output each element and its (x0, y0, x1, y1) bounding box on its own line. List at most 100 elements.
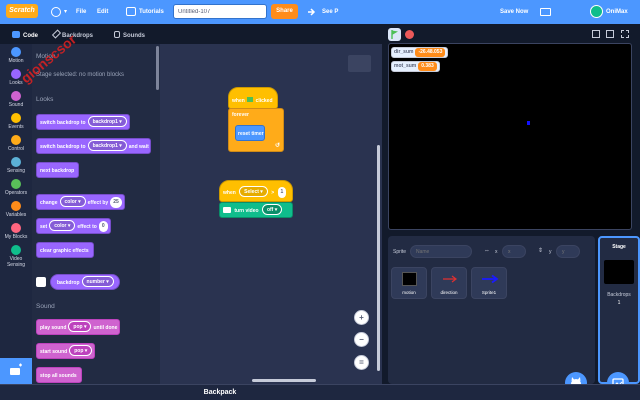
stage-selector[interactable]: Stage Backdrops 1 (598, 236, 640, 384)
block-text: forever (232, 112, 249, 118)
video-state-dropdown[interactable]: off ▾ (261, 204, 283, 215)
project-title-input[interactable] (173, 4, 267, 19)
tab-backdrops[interactable]: Backdrops (51, 28, 93, 44)
sprite-thumbnail (402, 272, 417, 286)
script-vertical-scrollbar[interactable] (377, 145, 380, 371)
category-video-sensing[interactable]: Video Sensing (0, 245, 32, 268)
sound-dropdown[interactable]: pop ▾ (69, 345, 93, 356)
equals-icon: = (359, 358, 364, 367)
category-sensing[interactable]: Sensing (0, 157, 32, 174)
category-events[interactable]: Events (0, 113, 32, 130)
save-now-button[interactable]: Save Now (500, 0, 528, 24)
monitor-value: 0.383 (418, 62, 437, 71)
add-extension-button[interactable] (0, 358, 32, 384)
zoom-reset-button[interactable]: = (354, 355, 369, 370)
block-text: reset timer (238, 131, 264, 137)
block-text: when (232, 98, 245, 104)
avatar[interactable] (590, 5, 603, 18)
when-flag-clicked-block[interactable]: when clicked (228, 87, 278, 109)
clear-graphic-effects-block[interactable]: clear graphic effects (36, 242, 94, 258)
change-effect-block[interactable]: change color ▾ effect by 25 (36, 194, 125, 210)
variable-monitor[interactable]: dir_sum -26.48.053 (391, 47, 449, 58)
add-extension-icon (10, 363, 22, 375)
sprite-name-input[interactable] (410, 245, 472, 258)
category-label: Control (7, 146, 25, 152)
reset-timer-block[interactable]: reset timer (235, 125, 265, 141)
video-camera-icon (223, 207, 231, 213)
next-backdrop-block[interactable]: next backdrop (36, 162, 80, 178)
effect-dropdown[interactable]: color ▾ (49, 220, 76, 231)
sprite-label: Sprite (393, 249, 407, 255)
dropdown-value: number (86, 279, 105, 285)
sound-heading: Sound (36, 303, 55, 310)
dropdown-value: pop (74, 348, 84, 354)
threshold-input[interactable]: 1 (277, 187, 287, 198)
sensor-dropdown[interactable]: Select ▾ (239, 186, 268, 197)
effect-dropdown[interactable]: color ▾ (59, 196, 86, 207)
share-button[interactable]: Share (271, 4, 298, 19)
stop-button[interactable] (405, 30, 414, 39)
block-text: effect to (77, 224, 97, 230)
sound-dropdown[interactable]: pop ▾ (68, 321, 92, 332)
palette-scrollbar[interactable] (156, 46, 159, 90)
category-sound[interactable]: Sound (0, 91, 32, 108)
category-my-blocks[interactable]: My Blocks (0, 223, 32, 240)
effect-to-input[interactable]: 0 (98, 221, 108, 232)
script-horizontal-scrollbar[interactable] (252, 379, 316, 382)
switch-backdrop-wait-block[interactable]: switch backdrop to backdrop1 ▾ and wait (36, 138, 152, 154)
category-label: My Blocks (4, 234, 28, 240)
backdrop-dropdown[interactable]: backdrop1 ▾ (87, 140, 127, 151)
category-variables[interactable]: Variables (0, 201, 32, 218)
category-operators[interactable]: Operators (0, 179, 32, 196)
when-greater-than-block[interactable]: when Select ▾ > 1 (219, 180, 293, 202)
my-blocks-category-icon (11, 223, 21, 233)
turn-video-block[interactable]: turn video off ▾ (219, 202, 293, 218)
block-text: change (40, 200, 58, 206)
zoom-out-button[interactable]: − (354, 332, 369, 347)
block-text: stop all sounds (40, 373, 77, 379)
variable-monitor[interactable]: mot_sum 0.383 (391, 61, 440, 72)
backdrop-dropdown[interactable]: backdrop1 ▾ (87, 116, 127, 127)
globe-icon[interactable] (51, 7, 61, 17)
category-motion[interactable]: Motion (0, 47, 32, 64)
brush-icon (51, 29, 62, 39)
block-text: backdrop (57, 280, 80, 286)
green-flag-button[interactable] (388, 28, 401, 41)
see-project-button[interactable]: See P (322, 0, 338, 24)
tab-sounds[interactable]: Sounds (114, 28, 145, 44)
zoom-in-button[interactable]: + (354, 310, 369, 325)
start-sound-block[interactable]: start sound pop ▾ (36, 343, 96, 359)
category-looks[interactable]: Looks (0, 69, 32, 86)
sprite-tile-direction[interactable]: direction (431, 267, 467, 299)
edit-menu[interactable]: Edit (97, 0, 108, 24)
backdrop-monitor-checkbox[interactable] (36, 277, 46, 287)
large-stage-icon[interactable] (606, 30, 614, 38)
fullscreen-icon[interactable] (621, 30, 629, 38)
switch-backdrop-block[interactable]: switch backdrop to backdrop1 ▾ (36, 114, 130, 130)
loop-arrow-icon: ↺ (275, 143, 281, 149)
stage-sprite[interactable] (527, 121, 530, 125)
effect-by-input[interactable]: 25 (110, 197, 122, 208)
sensing-category-icon (11, 157, 21, 167)
backdrop-reporter-block[interactable]: backdrop number ▾ (50, 274, 120, 290)
small-stage-icon[interactable] (592, 30, 600, 38)
stop-all-sounds-block[interactable]: stop all sounds (36, 367, 82, 383)
scratch-logo[interactable]: Scratch (6, 4, 38, 18)
x-input[interactable] (502, 245, 526, 258)
backpack-bar[interactable]: Backpack (0, 384, 640, 400)
events-category-icon (11, 113, 21, 123)
username[interactable]: OniMax (606, 0, 628, 24)
sprite-tile-sprite1[interactable]: Sprite1 (471, 267, 507, 299)
sprite-tile-motion[interactable]: motion (391, 267, 427, 299)
file-menu[interactable]: File (76, 0, 86, 24)
dropdown-value: off (266, 207, 274, 213)
category-control[interactable]: Control (0, 135, 32, 152)
backdrop-property-dropdown[interactable]: number ▾ (81, 276, 114, 287)
mail-icon[interactable] (540, 8, 551, 16)
tab-code[interactable]: Code (12, 28, 38, 44)
set-effect-block[interactable]: set color ▾ effect to 0 (36, 218, 111, 234)
looks-heading: Looks (36, 96, 54, 103)
y-input[interactable] (556, 245, 580, 258)
play-sound-until-done-block[interactable]: play sound pop ▾ until done (36, 319, 120, 335)
tutorials-button[interactable]: Tutorials (139, 0, 164, 24)
